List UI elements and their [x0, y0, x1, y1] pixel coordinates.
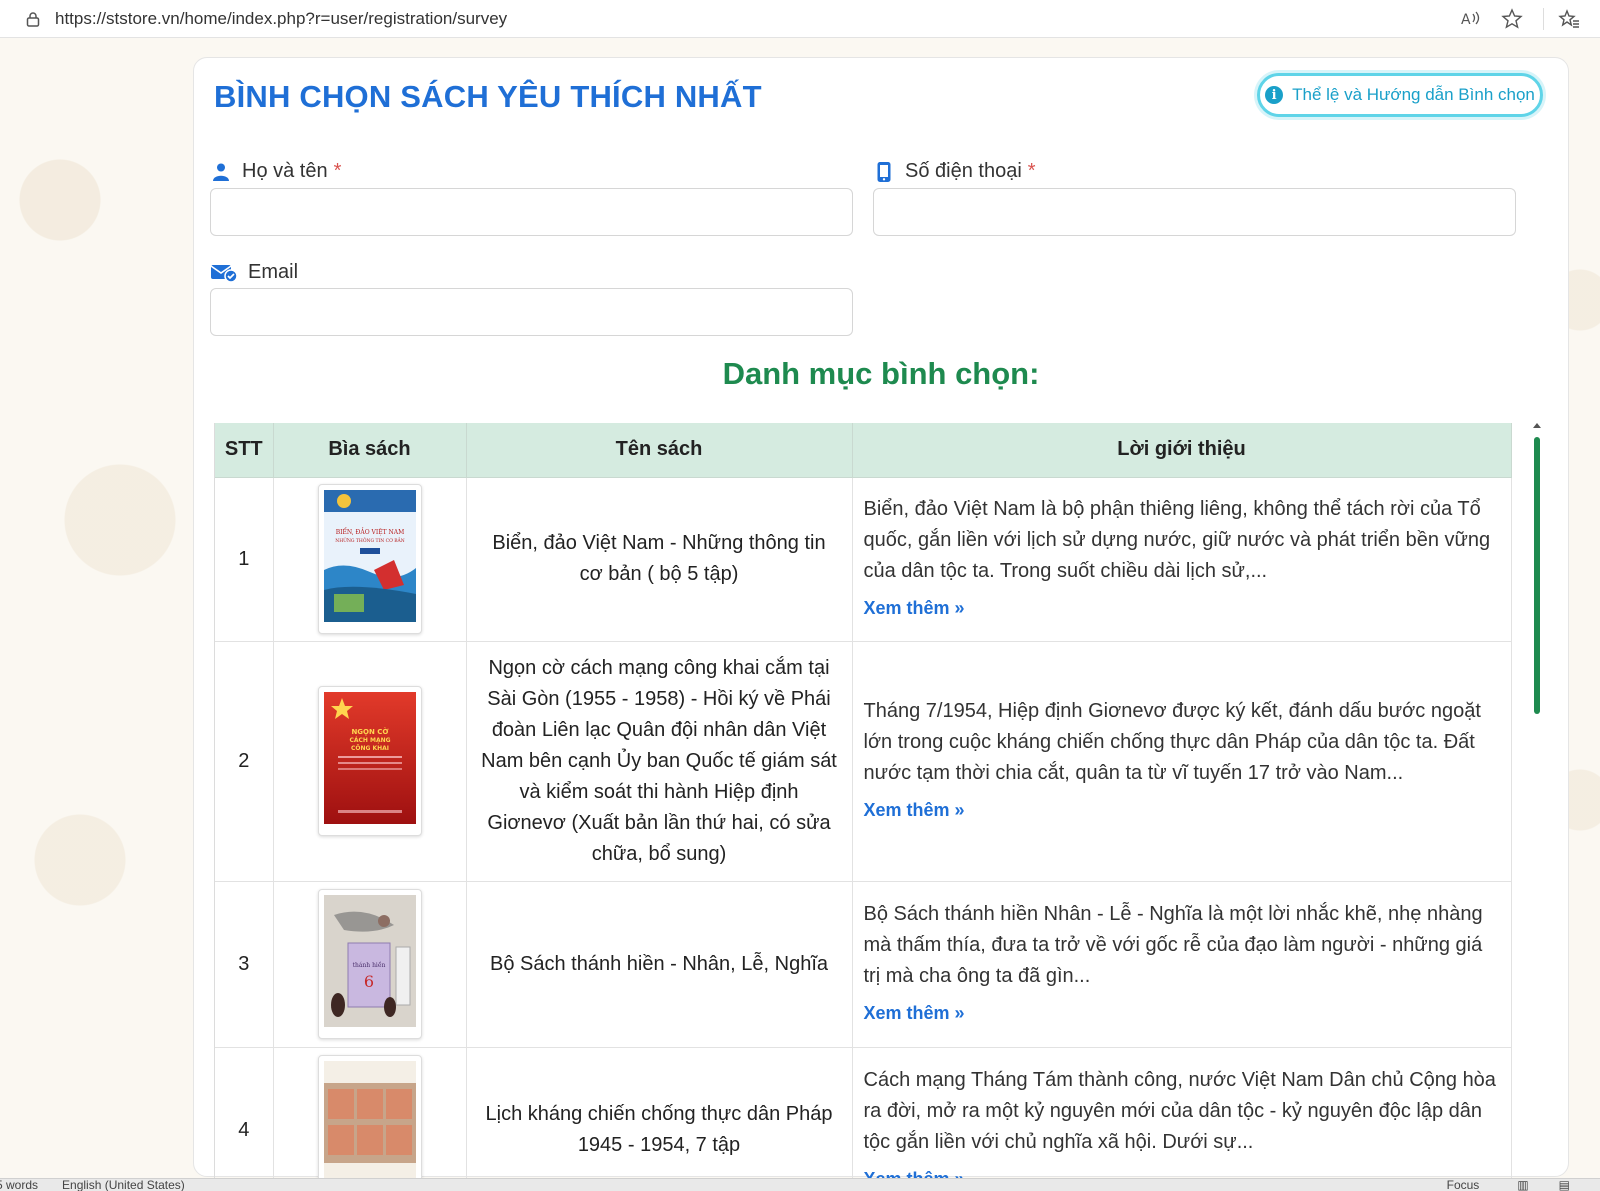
book-cover[interactable]: thánh hiền 6: [317, 889, 422, 1039]
full-name-input[interactable]: [210, 188, 853, 236]
name-label-text: Họ và tên: [242, 160, 328, 182]
url-field[interactable]: https://ststore.vn/home/index.php?r=user…: [55, 9, 507, 29]
info-icon: i: [1265, 86, 1284, 104]
row-stt: 1: [215, 477, 274, 642]
survey-card: BÌNH CHỌN SÁCH YÊU THÍCH NHẤT i Thể lệ v…: [193, 57, 1569, 1178]
language-indicator[interactable]: English (United States): [62, 1178, 185, 1191]
book-cover-2-title: NGỌN CỜ: [351, 727, 388, 736]
row-cover-cell: BIỂN, ĐẢO VIỆT NAM NHỮNG THÔNG TIN CƠ BẢ…: [273, 477, 467, 642]
email-label: Email: [210, 261, 298, 284]
read-more-link[interactable]: Xem thêm »: [864, 593, 965, 624]
phone-label: Số điện thoại *: [873, 160, 1036, 183]
read-mode-icon[interactable]: ▥: [1517, 1178, 1528, 1191]
name-label: Họ và tên *: [210, 160, 341, 183]
focus-mode-label: Focus: [1446, 1178, 1480, 1191]
book-cover[interactable]: NGỌN CỜ CÁCH MẠNG CÔNG KHAI: [317, 686, 422, 836]
mobile-phone-icon: [873, 161, 895, 183]
row-title: Ngọn cờ cách mạng công khai cắm tại Sài …: [466, 641, 853, 882]
row-title: Bộ Sách thánh hiền - Nhân, Lễ, Nghĩa: [466, 881, 853, 1048]
book-table-container[interactable]: STT Bìa sách Tên sách Lời giới thiệu 1 B…: [214, 423, 1532, 1178]
book-cover-image-3: thánh hiền 6: [323, 895, 416, 1027]
envelope-check-icon: [210, 262, 238, 284]
focus-mode-button[interactable]: Focus: [1447, 1178, 1480, 1191]
rules-guide-label: Thể lệ và Hướng dẫn Bình chọn: [1292, 85, 1535, 104]
read-aloud-icon[interactable]: A: [1459, 8, 1481, 30]
row-intro-cell: Cách mạng Tháng Tám thành công, nước Việ…: [852, 1047, 1512, 1178]
book-cover-1-title: BIỂN, ĐẢO VIỆT NAM: [335, 528, 404, 536]
read-more-link[interactable]: Xem thêm »: [864, 795, 965, 826]
table-row: 3 thánh hiền 6 Bộ Sách thánh hiền - Nhân…: [215, 881, 1512, 1048]
status-bar: 5 words English (United States) Focus ▥ …: [0, 1178, 1600, 1191]
header-cover: Bìa sách: [273, 423, 467, 478]
browser-address-bar: https://ststore.vn/home/index.php?r=user…: [0, 0, 1600, 38]
address-bar-actions: A: [1459, 0, 1600, 38]
book-cover-image-2: NGỌN CỜ CÁCH MẠNG CÔNG KHAI: [323, 692, 416, 824]
table-scrollbar[interactable]: [1532, 423, 1542, 1178]
phone-label-text: Số điện thoại: [905, 160, 1022, 182]
row-cover-cell: NGỌN CỜ CÁCH MẠNG CÔNG KHAI: [273, 641, 467, 882]
row-stt: 2: [215, 641, 274, 882]
read-more-link[interactable]: Xem thêm »: [864, 998, 965, 1029]
row-intro-text: Bộ Sách thánh hiền Nhân - Lễ - Nghĩa là …: [863, 903, 1483, 987]
scroll-up-arrow-icon[interactable]: [1533, 423, 1541, 428]
row-title: Lịch kháng chiến chống thực dân Pháp 194…: [466, 1047, 853, 1178]
table-row: 1 BIỂN, ĐẢO VIỆT NAM NHỮNG THÔNG TIN CƠ …: [215, 477, 1512, 642]
table-row: 4 Lịch kháng chiến chống thực dân Pháp 1…: [215, 1047, 1512, 1178]
svg-text:CÁCH MẠNG: CÁCH MẠNG: [349, 737, 390, 744]
lock-icon[interactable]: [25, 11, 41, 27]
phone-input[interactable]: [873, 188, 1516, 236]
section-title: Danh mục bình chọn:: [722, 356, 1040, 391]
row-stt: 4: [215, 1047, 274, 1178]
email-input[interactable]: [210, 288, 853, 336]
book-cover-3-title: thánh hiền: [352, 961, 385, 969]
header-stt: STT: [215, 423, 274, 478]
book-cover-image-1: BIỂN, ĐẢO VIỆT NAM NHỮNG THÔNG TIN CƠ BẢ…: [323, 490, 416, 622]
header-title: Tên sách: [466, 423, 853, 478]
print-layout-icon[interactable]: ▤: [1559, 1178, 1570, 1191]
row-title: Biển, đảo Việt Nam - Những thông tin cơ …: [466, 477, 853, 642]
row-stt: 3: [215, 881, 274, 1048]
book-table: STT Bìa sách Tên sách Lời giới thiệu 1 B…: [215, 423, 1512, 1178]
table-row: 2 NGỌN CỜ CÁCH MẠNG CÔNG KHAI Ngọn cờ cá…: [215, 641, 1512, 882]
toolbar-divider: [1543, 8, 1544, 30]
book-cover[interactable]: [317, 1055, 422, 1178]
word-count: 5 words: [0, 1178, 39, 1191]
svg-text:CÔNG KHAI: CÔNG KHAI: [350, 745, 388, 752]
user-icon: [210, 161, 232, 183]
book-cover[interactable]: BIỂN, ĐẢO VIỆT NAM NHỮNG THÔNG TIN CƠ BẢ…: [317, 484, 422, 634]
rules-guide-button[interactable]: i Thể lệ và Hướng dẫn Bình chọn: [1257, 73, 1543, 117]
row-cover-cell: thánh hiền 6: [273, 881, 467, 1048]
svg-text:6: 6: [363, 972, 373, 991]
row-intro-cell: Bộ Sách thánh hiền Nhân - Lễ - Nghĩa là …: [852, 881, 1512, 1048]
required-mark: *: [1027, 160, 1036, 182]
favorite-star-icon[interactable]: [1501, 8, 1523, 30]
required-mark: *: [333, 160, 342, 182]
favorites-collection-icon[interactable]: [1558, 8, 1580, 30]
page-title: BÌNH CHỌN SÁCH YÊU THÍCH NHẤT: [214, 79, 762, 114]
email-label-text: Email: [248, 261, 299, 283]
scrollbar-thumb[interactable]: [1534, 437, 1540, 714]
book-cover-image-4: [323, 1061, 416, 1178]
row-intro-text: Biển, đảo Việt Nam là bộ phận thiêng liê…: [863, 498, 1491, 582]
row-cover-cell: [273, 1047, 467, 1178]
row-intro-text: Cách mạng Tháng Tám thành công, nước Việ…: [863, 1069, 1496, 1153]
header-intro: Lời giới thiệu: [852, 423, 1512, 478]
row-intro-text: Tháng 7/1954, Hiệp định Giơnevơ được ký …: [863, 700, 1481, 784]
svg-text:A: A: [1461, 12, 1471, 28]
table-header-row: STT Bìa sách Tên sách Lời giới thiệu: [215, 423, 1512, 478]
row-intro-cell: Biển, đảo Việt Nam là bộ phận thiêng liê…: [852, 477, 1512, 642]
row-intro-cell: Tháng 7/1954, Hiệp định Giơnevơ được ký …: [852, 641, 1512, 882]
read-more-link[interactable]: Xem thêm »: [864, 1164, 965, 1178]
